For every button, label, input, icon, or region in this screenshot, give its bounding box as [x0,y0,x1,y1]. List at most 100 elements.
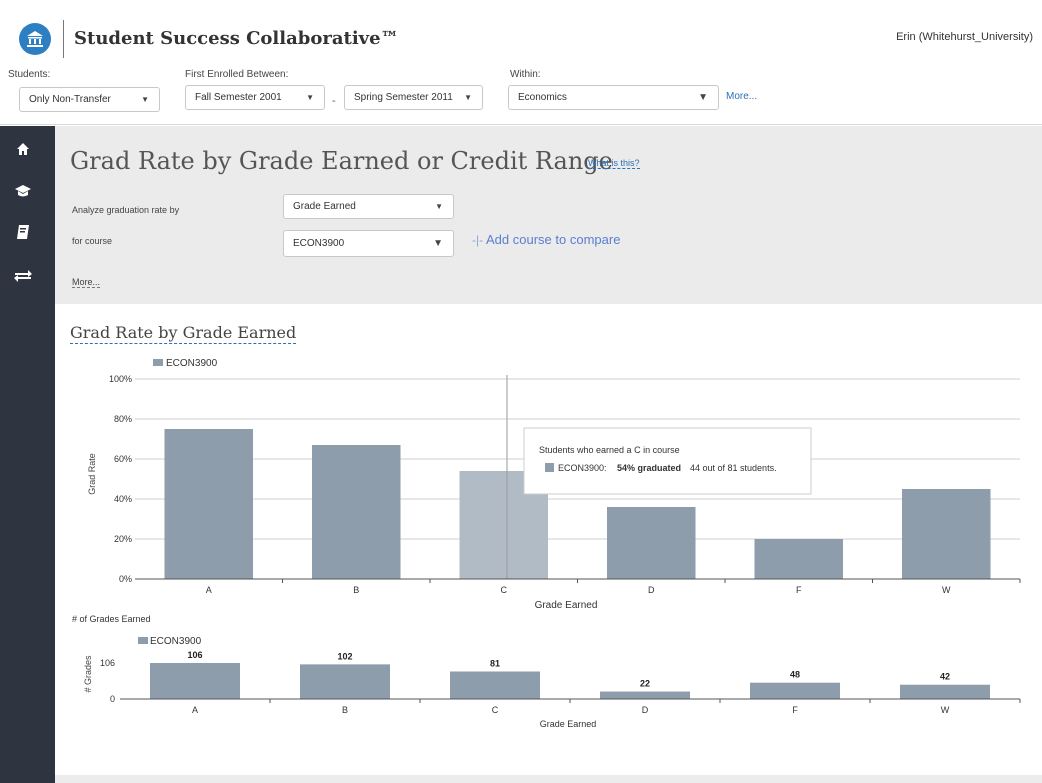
count-bar-D[interactable] [600,691,690,699]
bar-A[interactable] [164,429,254,579]
user-menu[interactable]: Erin (Whitehurst_University) [896,31,1033,43]
within-select-value: Economics [518,92,567,103]
count-legend-swatch [138,637,148,644]
y-tick-label: 80% [114,414,132,424]
x-tick-labels: ABCDFW [206,579,1021,595]
bar-D[interactable] [607,507,696,579]
count-data-label: 48 [790,670,800,680]
count-y-tick-label: 0 [110,694,115,704]
bar-F[interactable] [754,539,844,579]
grad-rate-chart: ECON3900 0% 20% 40% 60% 80% 100% Grad Rate A B… [87,358,1021,611]
analyze-by-value: Grade Earned [293,201,356,212]
count-y-axis-label: # Grades [83,655,93,693]
bar-W[interactable] [902,489,991,579]
count-y-tick-labels: 0 106 [100,658,115,704]
y-tick-label: 20% [114,534,132,544]
range-dash: - [332,95,336,107]
x-tick-label: W [942,585,951,595]
page-title: Grad Rate by Grade Earned or Credit Rang… [70,147,613,175]
filters-more-link[interactable]: More... [726,91,757,102]
config-more-link[interactable]: More... [72,277,101,288]
app-header: Student Success Collaborative™ Erin (Whi… [0,0,1042,125]
tooltip-series: ECON3900: [558,463,607,473]
students-select[interactable]: Only Non-Transfer ▼ [19,87,160,112]
graduation-cap-icon[interactable] [0,184,45,203]
building-icon [27,31,43,47]
enrolled-to-value: Spring Semester 2011 [354,92,453,103]
count-data-label: 102 [337,651,352,661]
count-y-tick-label: 106 [100,658,115,668]
chevron-down-icon: ▼ [433,238,443,249]
enrolled-from-select[interactable]: Fall Semester 2001 ▼ [185,85,325,110]
count-x-tick-label: B [342,705,348,715]
sidebar-nav [0,126,55,783]
x-tick-label: A [206,585,212,595]
y-axis-label: Grad Rate [87,453,97,495]
tooltip-swatch [545,463,554,472]
count-bar-F[interactable] [750,682,840,699]
enrolled-filter-label: First Enrolled Between: [185,69,289,80]
students-filter-label: Students: [8,69,51,80]
count-x-tick-label: C [492,705,499,715]
count-bars: 106 102 81 22 48 42 [150,650,990,699]
chevron-down-icon: ▼ [306,93,314,102]
university-logo-icon[interactable] [19,23,51,55]
x-tick-label: D [648,585,655,595]
count-bar-W[interactable] [900,684,990,699]
count-data-label: 22 [640,679,650,689]
count-data-label: 81 [490,658,500,668]
count-bar-C[interactable] [450,671,540,699]
course-select-value: ECON3900 [293,238,345,249]
footer-strip [55,775,1042,783]
within-select[interactable]: Economics ▼ [508,85,719,110]
main-content: Grad Rate by Grade Earned or Credit Rang… [55,126,1042,783]
count-bar-A[interactable] [150,663,240,699]
count-bar-B[interactable] [300,664,390,699]
app-title: Student Success Collaborative™ [74,28,399,49]
what-is-this-link[interactable]: What is this? [588,158,640,169]
course-label: for course [72,236,113,246]
tooltip-graduated: 54% graduated [617,463,681,473]
add-course-button[interactable]: -|- Add course to compare [472,232,620,247]
count-x-tick-label: A [192,705,198,715]
x-tick-label: B [353,585,359,595]
count-x-tick-label: W [941,705,950,715]
count-x-tick-label: D [642,705,649,715]
chevron-down-icon: ▼ [435,202,443,211]
analyze-by-label: Analyze graduation rate by [72,205,180,215]
count-x-tick-labels: ABCDFW [192,699,1021,715]
tooltip-heading: Students who earned a C in course [539,445,680,455]
count-chart-title: # of Grades Earned [72,614,151,624]
add-course-label: Add course to compare [486,232,621,247]
legend-label[interactable]: ECON3900 [166,358,218,369]
analysis-config-panel: Grad Rate by Grade Earned or Credit Rang… [55,126,1042,304]
count-legend-label[interactable]: ECON3900 [150,636,202,647]
bar-B[interactable] [312,445,401,579]
count-x-axis-label: Grade Earned [540,719,597,729]
home-icon[interactable] [0,142,45,161]
exchange-arrows-icon[interactable] [0,269,45,288]
x-axis-label: Grade Earned [535,600,598,611]
course-select[interactable]: ECON3900 ▼ [283,230,454,257]
y-tick-label: 60% [114,454,132,464]
chevron-down-icon: ▼ [464,93,472,102]
y-tick-label: 40% [114,494,132,504]
count-x-tick-label: F [792,705,798,715]
logo-divider [63,20,64,58]
tooltip-detail: 44 out of 81 students. [690,463,777,473]
book-icon[interactable] [0,224,45,245]
charts-area: ECON3900 0% 20% 40% 60% 80% 100% Grad Rate A B… [72,358,1021,729]
students-select-value: Only Non-Transfer [29,94,111,105]
count-data-label: 42 [940,672,950,682]
x-tick-label: F [796,585,802,595]
analyze-by-select[interactable]: Grade Earned ▼ [283,194,454,219]
enrolled-from-value: Fall Semester 2001 [195,92,282,103]
chevron-down-icon: ▼ [698,92,708,103]
y-tick-label: 0% [119,574,132,584]
enrolled-to-select[interactable]: Spring Semester 2011 ▼ [344,85,483,110]
x-tick-label: C [501,585,508,595]
y-tick-labels: 0% 20% 40% 60% 80% 100% [109,374,132,584]
chevron-down-icon: ▼ [141,95,149,104]
y-tick-label: 100% [109,374,132,384]
add-plus-icon: -|- [472,233,484,247]
